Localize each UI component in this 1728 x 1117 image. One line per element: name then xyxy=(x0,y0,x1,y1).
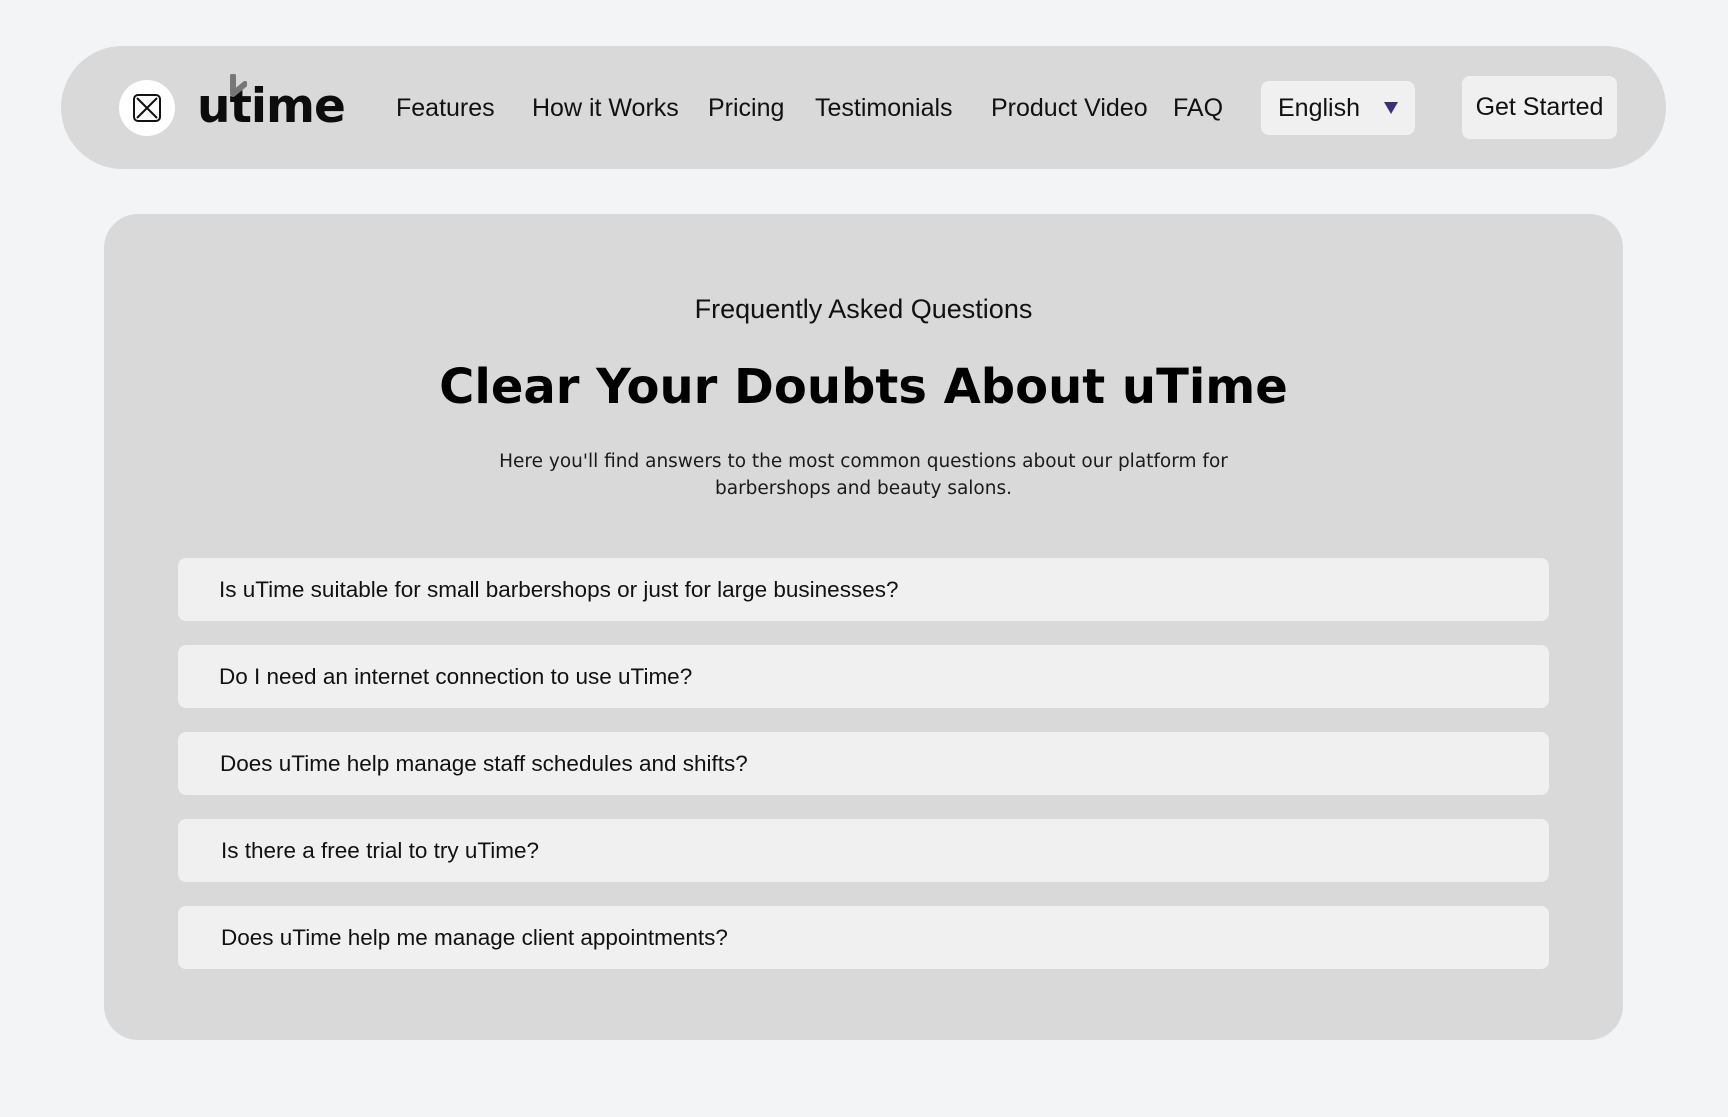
language-select[interactable]: English xyxy=(1261,81,1415,135)
get-started-button[interactable]: Get Started xyxy=(1462,76,1617,139)
faq-intro: Here you'll find answers to the most com… xyxy=(499,451,1228,499)
top-navbar: utime Features How it Works Pricing Test… xyxy=(61,46,1666,169)
caret-down-icon xyxy=(1384,102,1398,114)
faq-question: Is there a free trial to try uTime? xyxy=(221,838,540,863)
nav-link-faq[interactable]: FAQ xyxy=(1173,91,1223,125)
faq-question: Does uTime help me manage client appoint… xyxy=(221,925,728,950)
faq-headline: Clear Your Doubts About uTime xyxy=(439,359,1288,415)
faq-item[interactable]: Does uTime help manage staff schedules a… xyxy=(178,732,1549,795)
faq-list: Is uTime suitable for small barbershops … xyxy=(178,558,1549,993)
faq-item[interactable]: Is there a free trial to try uTime? xyxy=(178,819,1549,882)
image-placeholder-glyph xyxy=(133,94,161,122)
faq-question: Do I need an internet connection to use … xyxy=(219,664,693,689)
nav-link-pricing[interactable]: Pricing xyxy=(708,91,784,125)
faq-section: Frequently Asked Questions Clear Your Do… xyxy=(104,214,1623,1040)
image-placeholder-icon[interactable] xyxy=(119,80,175,136)
nav-link-features[interactable]: Features xyxy=(396,91,495,125)
brand-wordmark[interactable]: utime xyxy=(197,72,346,142)
nav-link-product-video[interactable]: Product Video xyxy=(991,91,1148,125)
nav-link-testimonials[interactable]: Testimonials xyxy=(815,91,953,125)
nav-link-how-it-works[interactable]: How it Works xyxy=(532,91,679,125)
faq-item[interactable]: Does uTime help me manage client appoint… xyxy=(178,906,1549,969)
language-select-value: English xyxy=(1278,94,1360,122)
get-started-label: Get Started xyxy=(1475,93,1604,121)
faq-item[interactable]: Do I need an internet connection to use … xyxy=(178,645,1549,708)
wordmark-accent-mark xyxy=(230,74,247,97)
faq-item[interactable]: Is uTime suitable for small barbershops … xyxy=(178,558,1549,621)
faq-question: Is uTime suitable for small barbershops … xyxy=(219,577,899,602)
faq-question: Does uTime help manage staff schedules a… xyxy=(220,751,748,776)
faq-eyebrow: Frequently Asked Questions xyxy=(694,294,1033,324)
